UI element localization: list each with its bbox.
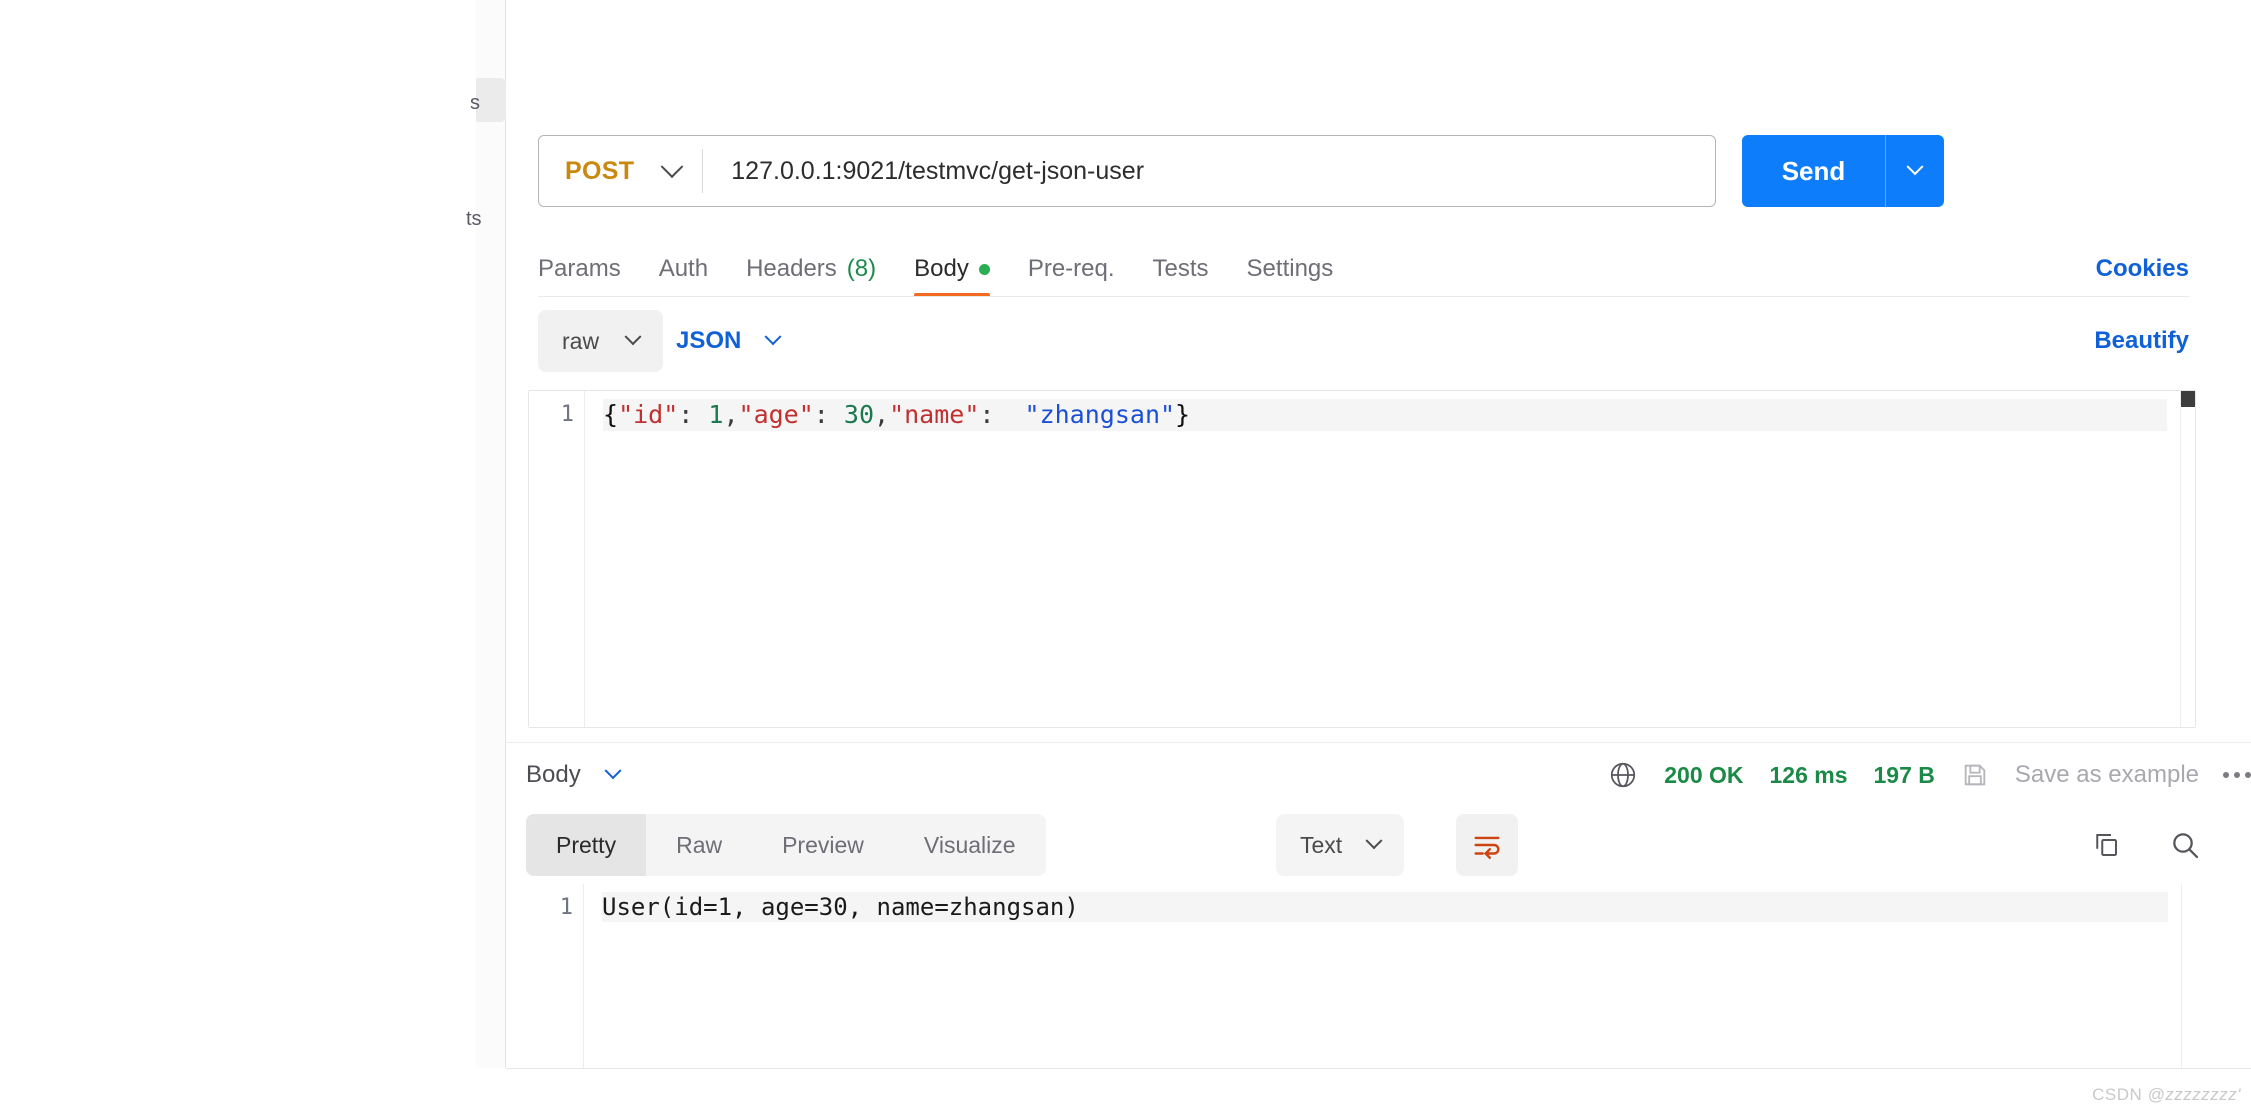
json-colon-3: :	[979, 400, 1025, 429]
tab-label: Params	[538, 255, 621, 282]
response-toolbar: Pretty Raw Preview Visualize Text	[506, 814, 2251, 876]
body-mode-selector[interactable]: raw	[538, 310, 664, 372]
response-format-label: Text	[1300, 831, 1343, 858]
send-button[interactable]: Send	[1742, 135, 1885, 207]
tab-label: Auth	[658, 255, 709, 282]
request-tab-separator	[538, 296, 2189, 297]
json-close-brace: }	[1175, 400, 1191, 429]
response-section-selector[interactable]: Body	[526, 742, 622, 808]
sidebar-strip	[476, 0, 506, 1068]
dot	[2245, 772, 2251, 778]
request-body-code-line[interactable]: {"id": 1,"age": 30,"name": "zhangsan"}	[603, 399, 2167, 431]
sidebar-fragment-bottom: ts	[466, 208, 482, 230]
json-key-age: "age"	[738, 400, 814, 429]
json-value-id: 1	[708, 400, 724, 429]
line-number: 1	[560, 402, 574, 427]
http-method-selector[interactable]: POST	[539, 136, 702, 206]
tab-label: Tests	[1152, 255, 1209, 282]
json-key-id: "id"	[618, 400, 679, 429]
chevron-down-icon	[624, 328, 642, 346]
copy-icon[interactable]	[2091, 830, 2121, 860]
watermark-handle: @zzzzzzzz'	[2147, 1085, 2241, 1104]
bottom-separator	[506, 1068, 2251, 1069]
json-comma-1: ,	[723, 400, 739, 429]
response-format-selector[interactable]: Text	[1276, 814, 1405, 876]
request-tab-bar: Params Auth Headers (8) Body Pre-req. Te…	[538, 243, 2189, 297]
response-actions	[2091, 814, 2201, 876]
tab-headers[interactable]: Headers (8)	[746, 243, 876, 295]
url-bar[interactable]: POST 127.0.0.1:9021/testmvc/get-json-use…	[538, 135, 1716, 207]
tab-preview[interactable]: Preview	[752, 814, 894, 876]
tab-tests[interactable]: Tests	[1153, 243, 1209, 295]
watermark: CSDN @zzzzzzzz'	[2092, 1085, 2241, 1105]
tab-label: Headers	[746, 255, 837, 282]
headers-count-badge: (8)	[846, 255, 877, 282]
url-input[interactable]: 127.0.0.1:9021/testmvc/get-json-user	[703, 157, 1715, 186]
beautify-button[interactable]: Beautify	[2094, 310, 2189, 372]
http-method-label: POST	[565, 156, 635, 185]
editor-scrollbar[interactable]	[2181, 391, 2195, 727]
save-as-example-button[interactable]: Save as example	[2015, 761, 2199, 789]
request-tabs: Params Auth Headers (8) Body Pre-req. Te…	[538, 243, 2189, 297]
tab-body[interactable]: Body	[914, 243, 990, 297]
word-wrap-toggle-button[interactable]	[1456, 814, 1518, 876]
response-editor-gutter: 1	[528, 884, 584, 1068]
send-button-group[interactable]: Send	[1742, 135, 1944, 207]
json-key-name: "name"	[889, 400, 980, 429]
tab-visualize[interactable]: Visualize	[894, 814, 1046, 876]
body-mode-label: raw	[562, 327, 600, 354]
editor-scrollbar-thumb[interactable]	[2181, 391, 2195, 407]
response-scroll-rail	[2181, 884, 2182, 1068]
chevron-down-icon	[1906, 158, 1924, 176]
json-colon-2: :	[813, 400, 844, 429]
body-format-label: JSON	[676, 327, 742, 354]
json-comma-2: ,	[874, 400, 890, 429]
tab-auth[interactable]: Auth	[659, 243, 708, 295]
json-value-age: 30	[843, 400, 874, 429]
sidebar-fragment-top: s	[470, 92, 480, 114]
body-modified-dot-icon	[978, 263, 990, 275]
search-icon[interactable]	[2169, 829, 2201, 861]
tab-label: Settings	[1246, 255, 1334, 282]
response-view-tabs: Pretty Raw Preview Visualize	[526, 814, 1046, 876]
tab-settings[interactable]: Settings	[1247, 243, 1334, 295]
send-options-button[interactable]	[1886, 135, 1944, 207]
body-format-selector[interactable]: JSON	[676, 310, 782, 372]
response-section-label: Body	[526, 761, 581, 788]
request-body-editor[interactable]: 1 {"id": 1,"age": 30,"name": "zhangsan"}	[528, 390, 2196, 728]
body-mode-row: raw JSON Beautify	[538, 310, 2189, 372]
chevron-down-icon	[604, 762, 622, 780]
tab-params[interactable]: Params	[538, 243, 621, 295]
tab-pre-request[interactable]: Pre-req.	[1028, 243, 1115, 295]
response-body-text: User(id=1, age=30, name=zhangsan)	[602, 892, 2168, 922]
dot	[2234, 772, 2240, 778]
cookies-link[interactable]: Cookies	[2096, 243, 2189, 295]
globe-icon	[1608, 760, 1638, 790]
watermark-prefix: CSDN	[2092, 1085, 2148, 1104]
postman-window: s ts POST 127.0.0.1:9021/testmvc/get-jso…	[0, 0, 2251, 1115]
editor-gutter: 1	[529, 391, 585, 727]
response-status-code: 200 OK	[1664, 761, 1744, 788]
save-icon[interactable]	[1961, 761, 1989, 789]
response-meta: 200 OK 126 ms 197 B Save as example	[1608, 742, 2199, 808]
tab-raw[interactable]: Raw	[646, 814, 752, 876]
line-number: 1	[559, 895, 573, 920]
chevron-down-icon	[660, 155, 684, 179]
url-row: POST 127.0.0.1:9021/testmvc/get-json-use…	[538, 135, 2189, 207]
response-size: 197 B	[1873, 761, 1935, 788]
json-open-brace: {	[603, 400, 619, 429]
tab-pretty[interactable]: Pretty	[526, 814, 647, 876]
response-status-bar: Body 200 OK 126 ms 197 B Save as example	[506, 742, 2251, 808]
response-more-options-button[interactable]	[2223, 742, 2251, 808]
dot	[2223, 772, 2229, 778]
chevron-down-icon	[1365, 832, 1383, 850]
tab-label: Pre-req.	[1027, 255, 1115, 282]
response-time: 126 ms	[1769, 761, 1848, 788]
tab-label: Body	[914, 255, 969, 282]
chevron-down-icon	[764, 328, 782, 346]
response-body-editor[interactable]: 1 User(id=1, age=30, name=zhangsan)	[528, 884, 2196, 1068]
json-colon-1: :	[678, 400, 709, 429]
json-value-name: "zhangsan"	[1024, 400, 1176, 429]
